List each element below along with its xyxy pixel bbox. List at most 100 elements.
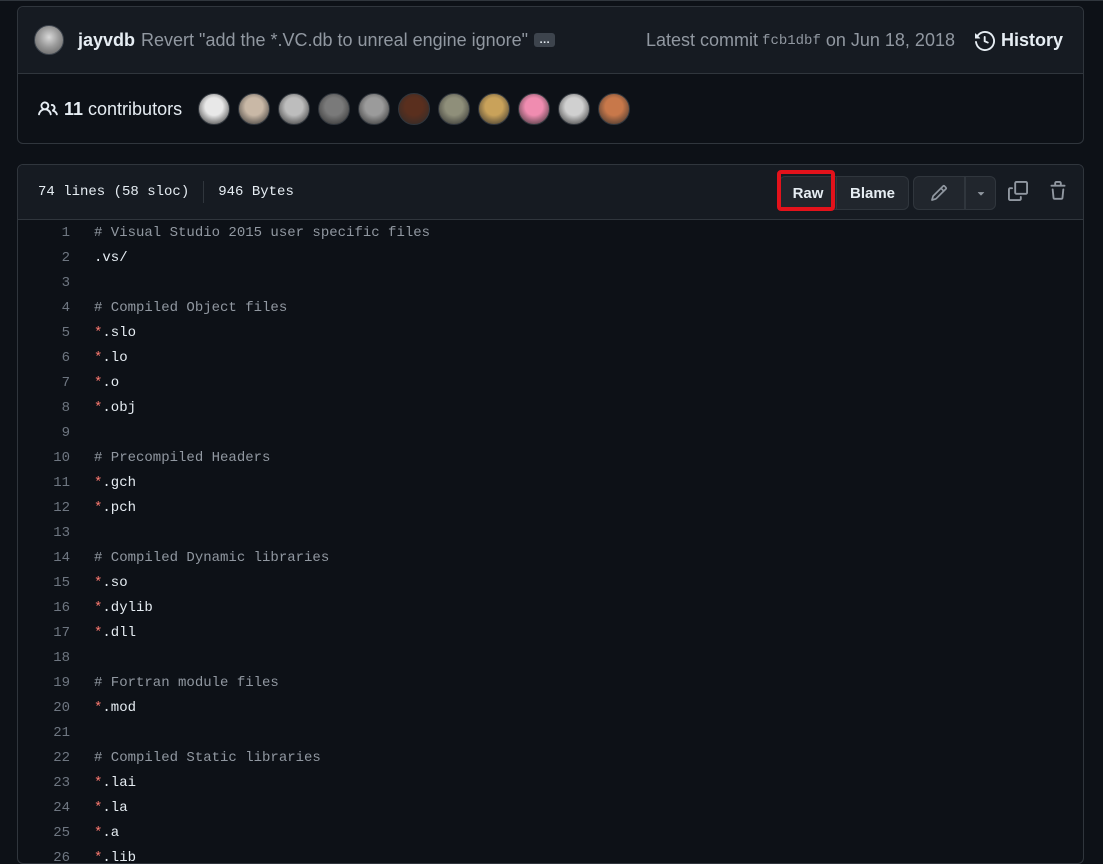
line-content: # Visual Studio 2015 user specific files bbox=[70, 225, 430, 241]
contributor-avatar[interactable] bbox=[478, 93, 510, 125]
copy-button[interactable] bbox=[1006, 179, 1030, 203]
latest-commit-label: Latest commit bbox=[646, 30, 758, 51]
code-line: 2.vs/ bbox=[18, 245, 1083, 270]
line-content: .vs/ bbox=[70, 250, 128, 266]
code-line: 6*.lo bbox=[18, 345, 1083, 370]
line-number[interactable]: 17 bbox=[18, 625, 70, 641]
history-label: History bbox=[1001, 30, 1063, 51]
contributor-avatar[interactable] bbox=[558, 93, 590, 125]
line-number[interactable]: 21 bbox=[18, 725, 70, 741]
author-avatar[interactable] bbox=[34, 25, 64, 55]
commit-message-link[interactable]: Revert "add the *.VC.db to unreal engine… bbox=[141, 30, 528, 51]
line-number[interactable]: 5 bbox=[18, 325, 70, 341]
glob-pattern: .a bbox=[102, 825, 119, 841]
glob-pattern: .la bbox=[102, 800, 127, 816]
contributor-avatar[interactable] bbox=[318, 93, 350, 125]
edit-group bbox=[913, 176, 996, 210]
code-line: 20*.mod bbox=[18, 695, 1083, 720]
pencil-icon bbox=[930, 184, 948, 202]
code-line: 14# Compiled Dynamic libraries bbox=[18, 545, 1083, 570]
line-number[interactable]: 3 bbox=[18, 275, 70, 291]
contributor-avatar[interactable] bbox=[598, 93, 630, 125]
code-line: 9 bbox=[18, 420, 1083, 445]
code-line: 24*.la bbox=[18, 795, 1083, 820]
history-button[interactable]: History bbox=[975, 30, 1063, 51]
contributors-label: contributors bbox=[88, 99, 182, 120]
line-content: # Fortran module files bbox=[70, 675, 279, 691]
glob-pattern: .dll bbox=[102, 625, 136, 641]
line-number[interactable]: 18 bbox=[18, 650, 70, 666]
commit-meta: Latest commit fcb1dbf on Jun 18, 2018 Hi… bbox=[646, 7, 1063, 74]
people-icon bbox=[38, 99, 58, 119]
history-icon bbox=[975, 31, 995, 51]
line-number[interactable]: 1 bbox=[18, 225, 70, 241]
line-number[interactable]: 2 bbox=[18, 250, 70, 266]
edit-file-button[interactable] bbox=[913, 176, 965, 210]
triangle-down-icon bbox=[974, 186, 988, 200]
code-line: 11*.gch bbox=[18, 470, 1083, 495]
line-number[interactable]: 4 bbox=[18, 300, 70, 316]
contributor-avatar[interactable] bbox=[278, 93, 310, 125]
line-number[interactable]: 23 bbox=[18, 775, 70, 791]
code-line: 15*.so bbox=[18, 570, 1083, 595]
glob-pattern: .obj bbox=[102, 400, 136, 416]
line-content: *.mod bbox=[70, 700, 136, 716]
line-content: # Compiled Object files bbox=[70, 300, 287, 316]
line-number[interactable]: 7 bbox=[18, 375, 70, 391]
line-number[interactable]: 26 bbox=[18, 850, 70, 864]
file-size: 946 Bytes bbox=[218, 184, 294, 200]
commit-author-link[interactable]: jayvdb bbox=[78, 30, 135, 51]
contributor-avatar[interactable] bbox=[518, 93, 550, 125]
code-line: 19# Fortran module files bbox=[18, 670, 1083, 695]
contributor-avatar[interactable] bbox=[398, 93, 430, 125]
contributor-avatars bbox=[198, 93, 630, 125]
line-number[interactable]: 25 bbox=[18, 825, 70, 841]
line-number[interactable]: 19 bbox=[18, 675, 70, 691]
contributor-avatar[interactable] bbox=[198, 93, 230, 125]
contributors-link[interactable]: 11 contributors bbox=[38, 99, 182, 120]
line-number[interactable]: 11 bbox=[18, 475, 70, 491]
delete-button[interactable] bbox=[1046, 179, 1070, 203]
code-line: 4# Compiled Object files bbox=[18, 295, 1083, 320]
line-number[interactable]: 15 bbox=[18, 575, 70, 591]
raw-button[interactable]: Raw bbox=[779, 176, 837, 210]
glob-pattern: .dylib bbox=[102, 600, 152, 616]
blame-button[interactable]: Blame bbox=[837, 176, 909, 210]
commit-expand-button[interactable]: … bbox=[534, 33, 555, 47]
glob-pattern: .o bbox=[102, 375, 119, 391]
code-line: 5*.slo bbox=[18, 320, 1083, 345]
line-number[interactable]: 22 bbox=[18, 750, 70, 766]
trash-icon bbox=[1048, 181, 1068, 201]
code-line: 16*.dylib bbox=[18, 595, 1083, 620]
glob-pattern: .lib bbox=[102, 850, 136, 864]
line-number[interactable]: 14 bbox=[18, 550, 70, 566]
contributor-avatar[interactable] bbox=[238, 93, 270, 125]
divider bbox=[203, 181, 204, 203]
code-line: 18 bbox=[18, 645, 1083, 670]
line-content: *.lai bbox=[70, 775, 136, 791]
code-line: 8*.obj bbox=[18, 395, 1083, 420]
line-number[interactable]: 9 bbox=[18, 425, 70, 441]
line-number[interactable]: 24 bbox=[18, 800, 70, 816]
contributor-avatar[interactable] bbox=[358, 93, 390, 125]
line-number[interactable]: 20 bbox=[18, 700, 70, 716]
code-line: 1# Visual Studio 2015 user specific file… bbox=[18, 220, 1083, 245]
line-number[interactable]: 12 bbox=[18, 500, 70, 516]
edit-dropdown-button[interactable] bbox=[965, 176, 996, 210]
line-content: *.lib bbox=[70, 850, 136, 864]
line-number[interactable]: 13 bbox=[18, 525, 70, 541]
code-line: 3 bbox=[18, 270, 1083, 295]
line-content: *.lo bbox=[70, 350, 128, 366]
code-line: 22# Compiled Static libraries bbox=[18, 745, 1083, 770]
contributor-avatar[interactable] bbox=[438, 93, 470, 125]
file-viewer: 74 lines (58 sloc) 946 Bytes Raw Blame bbox=[17, 164, 1084, 864]
line-number[interactable]: 10 bbox=[18, 450, 70, 466]
line-number[interactable]: 8 bbox=[18, 400, 70, 416]
commit-sha-link[interactable]: fcb1dbf bbox=[762, 33, 821, 49]
line-number[interactable]: 16 bbox=[18, 600, 70, 616]
line-number[interactable]: 6 bbox=[18, 350, 70, 366]
line-content: *.la bbox=[70, 800, 128, 816]
code-line: 21 bbox=[18, 720, 1083, 745]
glob-pattern: .pch bbox=[102, 500, 136, 516]
glob-pattern: .mod bbox=[102, 700, 136, 716]
